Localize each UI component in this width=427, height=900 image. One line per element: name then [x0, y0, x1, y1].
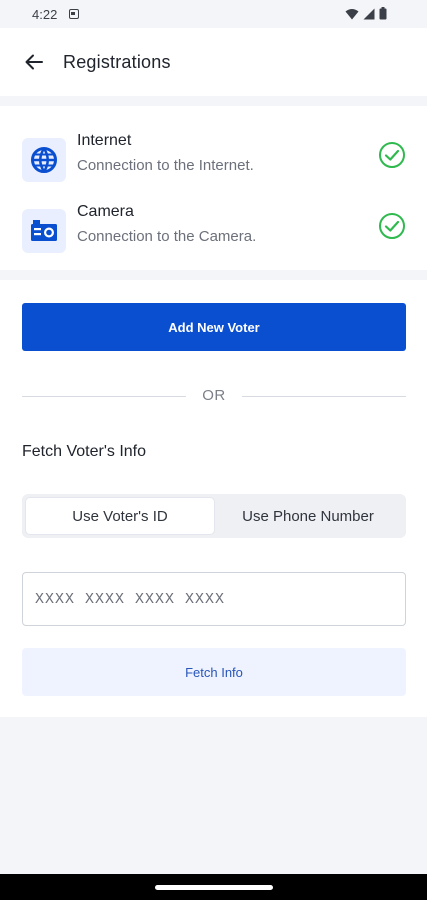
wifi-icon	[345, 8, 359, 19]
lookup-method-toggle: Use Voter's ID Use Phone Number	[22, 494, 406, 538]
globe-icon	[22, 138, 66, 182]
check-description: Connection to the Camera.	[77, 228, 257, 245]
fetch-section-title: Fetch Voter's Info	[22, 443, 147, 460]
system-nav-bar	[0, 874, 427, 900]
signal-icon	[363, 8, 375, 19]
app-bar: Registrations	[0, 28, 427, 96]
connection-checks: Internet Connection to the Internet. Cam…	[0, 106, 427, 270]
page-title: Registrations	[63, 51, 171, 72]
divider-right	[242, 396, 406, 397]
fetch-info-button[interactable]: Fetch Info	[22, 648, 406, 696]
tab-voter-id[interactable]: Use Voter's ID	[26, 498, 214, 534]
voter-id-input[interactable]	[22, 572, 406, 626]
arrow-left-icon	[25, 54, 43, 70]
tab-phone-number[interactable]: Use Phone Number	[214, 498, 402, 534]
or-separator: OR	[202, 387, 226, 404]
back-button[interactable]	[22, 50, 46, 74]
status-bar: 4:22	[0, 0, 427, 28]
check-circle-icon	[379, 142, 405, 168]
battery-icon	[379, 7, 387, 20]
registration-panel: Add New Voter OR Fetch Voter's Info Use …	[0, 280, 427, 717]
check-title: Camera	[77, 203, 134, 220]
check-title: Internet	[77, 132, 132, 149]
camera-icon	[22, 209, 66, 253]
status-time: 4:22	[32, 6, 58, 22]
home-indicator[interactable]	[155, 885, 273, 890]
add-new-voter-button[interactable]: Add New Voter	[22, 303, 406, 351]
check-row-camera: Camera Connection to the Camera.	[0, 203, 427, 263]
status-icons	[345, 7, 387, 20]
check-description: Connection to the Internet.	[77, 157, 254, 174]
notification-icon	[69, 9, 80, 19]
divider-left	[22, 396, 186, 397]
check-circle-icon	[379, 213, 405, 239]
check-row-internet: Internet Connection to the Internet.	[0, 132, 427, 192]
